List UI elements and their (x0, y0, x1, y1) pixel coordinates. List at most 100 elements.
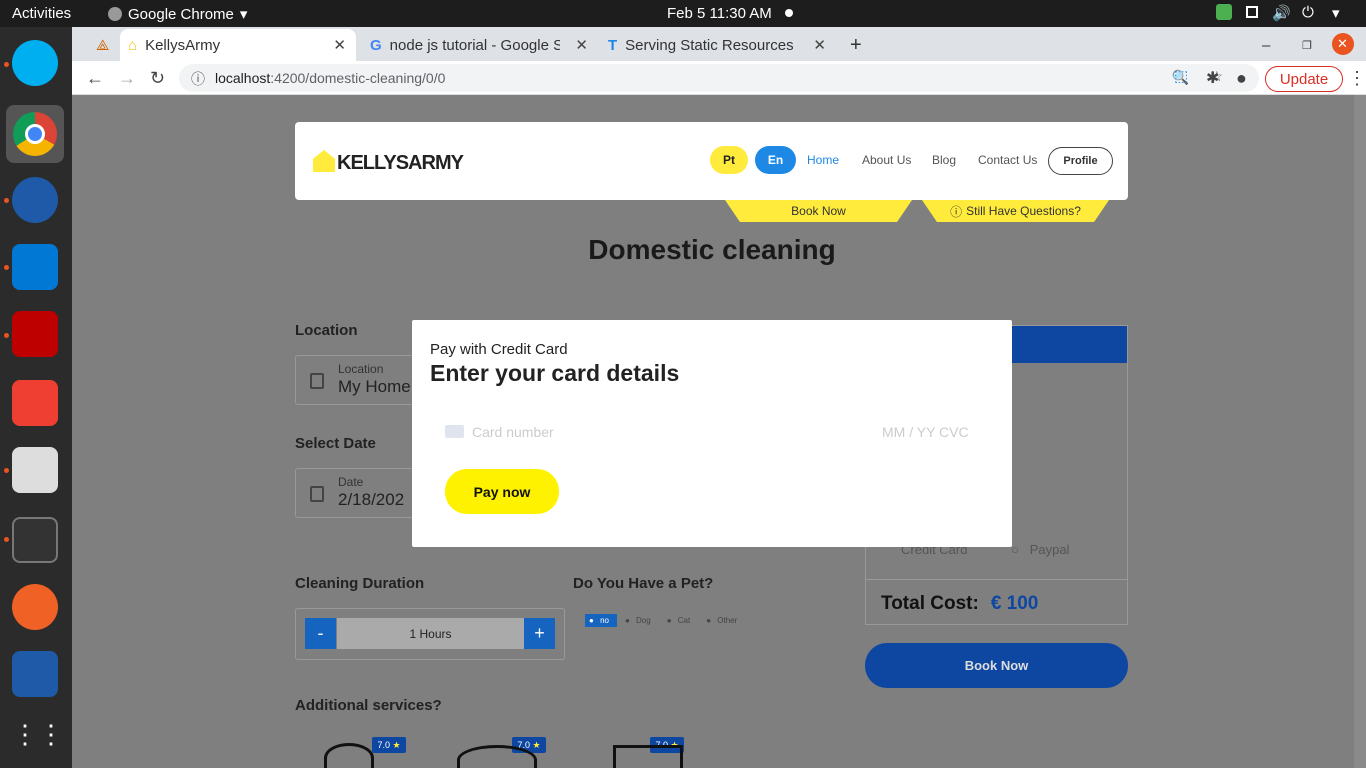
pet-option-cat[interactable]: ● Cat (663, 614, 699, 627)
running-indicator (4, 333, 9, 338)
vscode-icon[interactable] (12, 244, 58, 290)
service-rating-badge: 7.0 ★ (372, 737, 406, 753)
running-indicator (4, 468, 9, 473)
menu-dots-icon[interactable]: ⋮ (1348, 68, 1366, 89)
forward-icon[interactable]: → (118, 68, 136, 89)
cooking-service-icon[interactable] (457, 745, 537, 768)
date-sub-label: Date (338, 475, 364, 489)
activities-button[interactable]: Activities (12, 5, 71, 22)
payment-option-paypal[interactable]: ○ Paypal (1011, 542, 1069, 557)
new-tab-button[interactable]: + (842, 29, 872, 61)
minimize-button[interactable]: – (1254, 29, 1274, 61)
scrollbar[interactable] (1354, 95, 1366, 768)
puzzle-icon[interactable]: ✱ (1206, 68, 1219, 88)
chrome-dock-icon[interactable] (6, 105, 64, 163)
system-tray[interactable]: 🔊 ⏻ ▾ (1216, 4, 1348, 22)
lang-pt-button[interactable]: Pt (710, 146, 748, 174)
duration-stepper: - 1 Hours + (295, 608, 565, 660)
cleaning-service-icon[interactable] (324, 743, 374, 768)
pay-now-button[interactable]: Pay now (445, 469, 559, 514)
pet-label: Do You Have a Pet? (573, 575, 714, 592)
anydesk-icon[interactable] (12, 380, 58, 426)
running-indicator (4, 265, 9, 270)
system-top-bar: Activities Google Chrome ▾ Feb 5 11:30 A… (0, 0, 1366, 27)
tab-label: Serving Static Resources i (625, 36, 794, 54)
chevron-down-icon: ▾ (239, 6, 248, 23)
ribbon-book-now[interactable]: Book Now (725, 200, 912, 222)
laundry-service-icon[interactable] (613, 745, 683, 768)
site-logo[interactable]: KELLYSARMY (313, 150, 464, 175)
close-window-button[interactable]: ✕ (1332, 33, 1354, 55)
modal-heading: Enter your card details (430, 360, 680, 386)
expiry-cvc-input[interactable]: MM / YY CVC (882, 424, 969, 440)
modal-subtitle: Pay with Credit Card (430, 341, 568, 358)
tab-strip: ⟁ ⌂ KellysArmy ✕ G node js tutorial - Go… (72, 27, 1366, 61)
duration-label: Cleaning Duration (295, 575, 425, 592)
info-icon: ⓘ (950, 204, 963, 219)
profile-icon[interactable]: ● (1236, 68, 1247, 89)
pet-option-dog[interactable]: ● Dog (621, 614, 659, 627)
tab-serving-static[interactable]: T Serving Static Resources i ✕ (600, 29, 836, 61)
notification-dot (785, 9, 793, 17)
pet-option-no[interactable]: ● no (585, 614, 617, 627)
page-title: Domestic cleaning (588, 234, 836, 265)
dock: ⋮⋮ (0, 27, 72, 768)
url-host: localhost (215, 70, 271, 86)
close-tab-icon[interactable]: ✕ (813, 36, 826, 54)
pet-option-other[interactable]: ● Other (702, 614, 745, 627)
clock[interactable]: Feb 5 11:30 AM (667, 5, 772, 22)
files-icon[interactable] (12, 447, 58, 493)
nav-contact[interactable]: Contact Us (978, 153, 1037, 167)
terminal-icon[interactable] (12, 517, 58, 563)
card-number-input[interactable]: Card number (472, 424, 554, 440)
shield-icon (1216, 4, 1232, 20)
chevron-down-icon: ▾ (1332, 5, 1340, 22)
date-label: Select Date (295, 435, 376, 452)
date-value: 2/18/202 (338, 490, 405, 509)
network-icon (1246, 6, 1258, 18)
tab-kellysarmy[interactable]: ⌂ KellysArmy ✕ (120, 29, 356, 61)
page-viewport: KELLYSARMY Pt En Home About Us Blog Cont… (72, 95, 1366, 768)
duration-minus-button[interactable]: - (305, 618, 336, 649)
reload-icon[interactable]: ↻ (150, 68, 165, 89)
additional-services-label: Additional services? (295, 697, 442, 714)
running-indicator (4, 537, 9, 542)
duration-plus-button[interactable]: + (524, 618, 555, 649)
credit-card-icon (445, 425, 464, 438)
volume-icon: 🔊 (1272, 5, 1291, 22)
calendar-icon (310, 486, 324, 502)
show-apps-icon[interactable]: ⋮⋮ (12, 719, 64, 765)
duration-value: 1 Hours (337, 618, 524, 649)
thunderbird-icon[interactable] (12, 177, 58, 223)
update-button[interactable]: Update (1265, 66, 1343, 92)
site-icon: T (608, 36, 618, 54)
address-bar[interactable]: ⓘ localhost :4200/domestic-cleaning/0/0 … (179, 64, 1259, 92)
back-icon[interactable]: ← (86, 68, 104, 89)
ribbon-questions[interactable]: ⓘ Still Have Questions? (922, 200, 1109, 222)
filezilla-icon[interactable] (12, 311, 58, 357)
close-tab-icon[interactable]: ✕ (333, 36, 346, 54)
total-cost-value: € 100 (990, 593, 1039, 614)
chrome-icon (108, 7, 122, 21)
extension-icon[interactable]: ⬚ (1174, 67, 1188, 85)
tab-google-search[interactable]: G node js tutorial - Google S ✕ (362, 29, 598, 61)
restore-button[interactable]: ❐ (1294, 29, 1314, 61)
close-tab-icon[interactable]: ✕ (575, 36, 588, 54)
url-path: :4200/domestic-cleaning/0/0 (270, 70, 446, 86)
lang-en-button[interactable]: En (755, 146, 796, 174)
app-menu[interactable]: Google Chrome ▾ (108, 5, 247, 23)
location-label: Location (295, 322, 358, 339)
postman-icon[interactable] (12, 584, 58, 630)
google-icon: G (370, 36, 382, 54)
book-now-button[interactable]: Book Now (865, 643, 1128, 688)
profile-button[interactable]: Profile (1048, 147, 1113, 175)
running-indicator (4, 198, 9, 203)
libreoffice-writer-icon[interactable] (12, 651, 58, 697)
nav-home[interactable]: Home (807, 153, 839, 167)
running-indicator (4, 62, 9, 67)
app-tab-icon[interactable]: ⟁ (88, 29, 118, 61)
nav-blog[interactable]: Blog (932, 153, 956, 167)
nav-about[interactable]: About Us (862, 153, 911, 167)
skype-icon[interactable] (12, 40, 58, 86)
info-icon: ⓘ (191, 71, 205, 87)
